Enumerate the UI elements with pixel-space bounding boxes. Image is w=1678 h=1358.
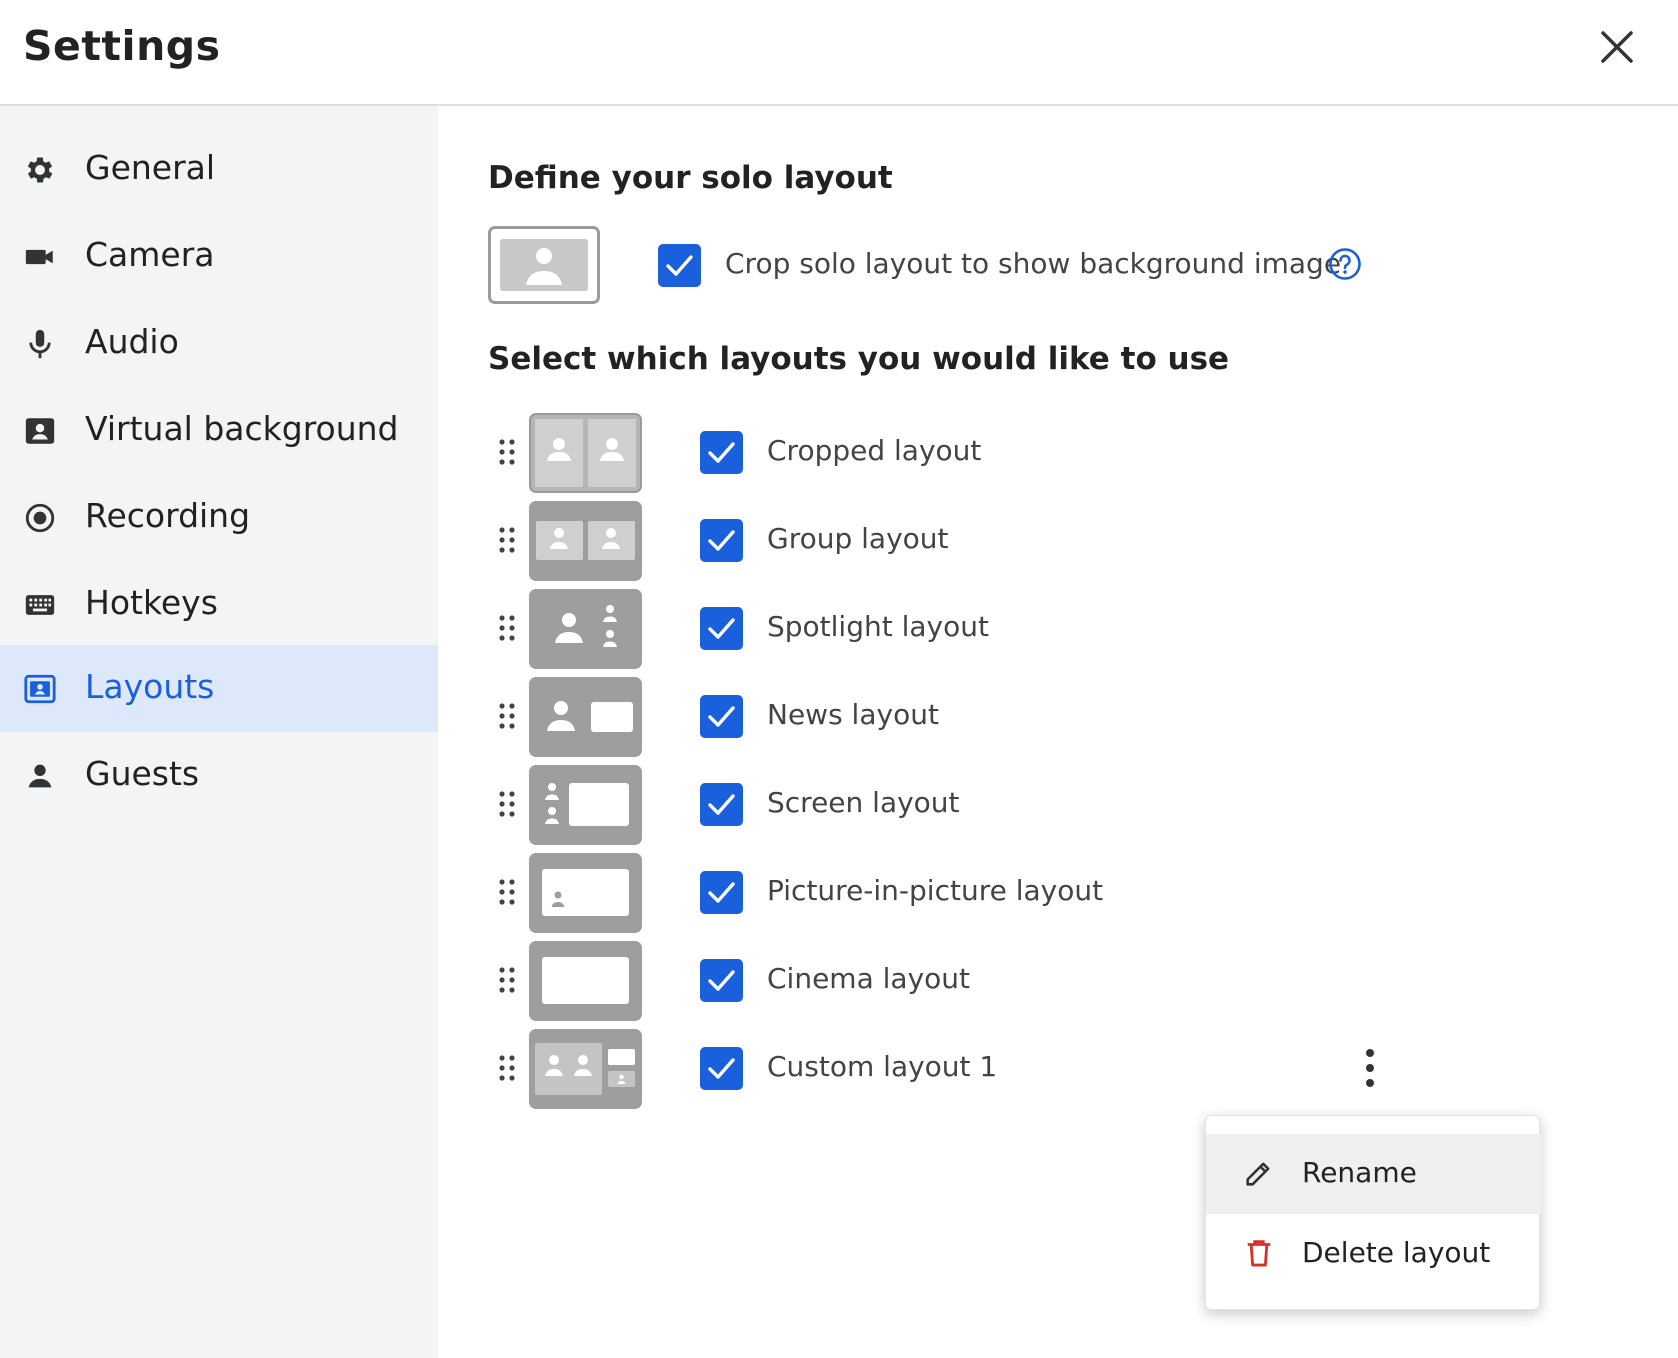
sidebar-item-layouts[interactable]: Layouts bbox=[0, 645, 438, 732]
group-layout-thumbnail bbox=[529, 501, 642, 581]
spotlight-layout-checkbox[interactable] bbox=[700, 607, 743, 650]
layout-label: Custom layout 1 bbox=[767, 1050, 998, 1083]
trash-icon bbox=[1242, 1236, 1276, 1270]
picture-in-picture-layout-thumbnail bbox=[529, 853, 642, 933]
solo-layout-heading: Define your solo layout bbox=[488, 160, 893, 196]
settings-sidebar: General Camera Audio Virtual background … bbox=[0, 106, 438, 1358]
solo-layout-thumbnail bbox=[488, 226, 600, 304]
sidebar-item-label: Recording bbox=[85, 496, 251, 535]
sidebar-item-recording[interactable]: Recording bbox=[0, 474, 438, 561]
sidebar-item-label: General bbox=[85, 148, 216, 187]
cinema-layout-thumbnail bbox=[529, 941, 642, 1021]
custom-layout-thumbnail bbox=[529, 1029, 642, 1109]
layout-label: Group layout bbox=[767, 522, 949, 555]
layout-row: Screen layout bbox=[438, 761, 1678, 849]
sidebar-item-label: Audio bbox=[85, 322, 179, 361]
cinema-layout-checkbox[interactable] bbox=[700, 959, 743, 1002]
sidebar-item-label: Guests bbox=[85, 754, 200, 793]
settings-header: Settings bbox=[0, 0, 1678, 106]
layout-label: Picture-in-picture layout bbox=[767, 874, 1104, 907]
sidebar-item-label: Virtual background bbox=[85, 409, 399, 448]
news-layout-checkbox[interactable] bbox=[700, 695, 743, 738]
portrait-icon bbox=[22, 414, 58, 448]
custom-layout-checkbox[interactable] bbox=[700, 1047, 743, 1090]
sidebar-item-virtual-background[interactable]: Virtual background bbox=[0, 387, 438, 474]
layout-row: Picture-in-picture layout bbox=[438, 849, 1678, 937]
cropped-layout-checkbox[interactable] bbox=[700, 431, 743, 474]
screen-layout-thumbnail bbox=[529, 765, 642, 845]
help-icon[interactable] bbox=[1328, 247, 1362, 281]
more-options-icon[interactable] bbox=[1348, 1045, 1392, 1091]
news-layout-thumbnail bbox=[529, 677, 642, 757]
layout-label: Cinema layout bbox=[767, 962, 970, 995]
rename-menu-item[interactable]: Rename bbox=[1206, 1134, 1541, 1214]
layout-row: Spotlight layout bbox=[438, 585, 1678, 673]
microphone-icon bbox=[22, 327, 58, 361]
layout-label: Cropped layout bbox=[767, 434, 982, 467]
page-title: Settings bbox=[23, 22, 221, 70]
layout-icon bbox=[22, 672, 58, 706]
drag-handle-icon[interactable] bbox=[497, 877, 517, 907]
group-layout-checkbox[interactable] bbox=[700, 519, 743, 562]
person-icon bbox=[22, 759, 58, 793]
drag-handle-icon[interactable] bbox=[497, 1053, 517, 1083]
sidebar-item-label: Hotkeys bbox=[85, 583, 218, 622]
drag-handle-icon[interactable] bbox=[497, 965, 517, 995]
sidebar-item-guests[interactable]: Guests bbox=[0, 732, 438, 819]
crop-solo-checkbox[interactable] bbox=[658, 244, 701, 287]
picture-in-picture-layout-checkbox[interactable] bbox=[700, 871, 743, 914]
record-icon bbox=[22, 501, 58, 535]
drag-handle-icon[interactable] bbox=[497, 613, 517, 643]
close-icon[interactable] bbox=[1597, 27, 1637, 67]
drag-handle-icon[interactable] bbox=[497, 437, 517, 467]
cropped-layout-thumbnail bbox=[529, 413, 642, 493]
delete-layout-menu-item[interactable]: Delete layout bbox=[1206, 1214, 1541, 1294]
layout-context-menu: Rename Delete layout bbox=[1205, 1115, 1541, 1310]
keyboard-icon bbox=[22, 588, 58, 622]
sidebar-item-audio[interactable]: Audio bbox=[0, 300, 438, 387]
layout-row: Cinema layout bbox=[438, 937, 1678, 1025]
sidebar-item-hotkeys[interactable]: Hotkeys bbox=[0, 561, 438, 648]
drag-handle-icon[interactable] bbox=[497, 789, 517, 819]
drag-handle-icon[interactable] bbox=[497, 701, 517, 731]
sidebar-item-camera[interactable]: Camera bbox=[0, 213, 438, 300]
spotlight-layout-thumbnail bbox=[529, 589, 642, 669]
camera-icon bbox=[22, 240, 58, 274]
layout-label: News layout bbox=[767, 698, 939, 731]
sidebar-item-label: Layouts bbox=[85, 667, 215, 706]
pencil-icon bbox=[1242, 1156, 1276, 1190]
layout-label: Screen layout bbox=[767, 786, 960, 819]
layout-label: Spotlight layout bbox=[767, 610, 989, 643]
rename-label: Rename bbox=[1302, 1156, 1417, 1189]
crop-solo-label: Crop solo layout to show background imag… bbox=[725, 247, 1342, 280]
delete-layout-label: Delete layout bbox=[1302, 1236, 1491, 1269]
layout-row: News layout bbox=[438, 673, 1678, 761]
layouts-heading: Select which layouts you would like to u… bbox=[488, 341, 1230, 377]
layout-row: Custom layout 1 bbox=[438, 1025, 1678, 1113]
layout-row: Cropped layout bbox=[438, 409, 1678, 497]
layout-row: Group layout bbox=[438, 497, 1678, 585]
sidebar-item-label: Camera bbox=[85, 235, 215, 274]
screen-layout-checkbox[interactable] bbox=[700, 783, 743, 826]
drag-handle-icon[interactable] bbox=[497, 525, 517, 555]
sidebar-item-general[interactable]: General bbox=[0, 126, 438, 213]
gear-icon bbox=[22, 153, 58, 187]
